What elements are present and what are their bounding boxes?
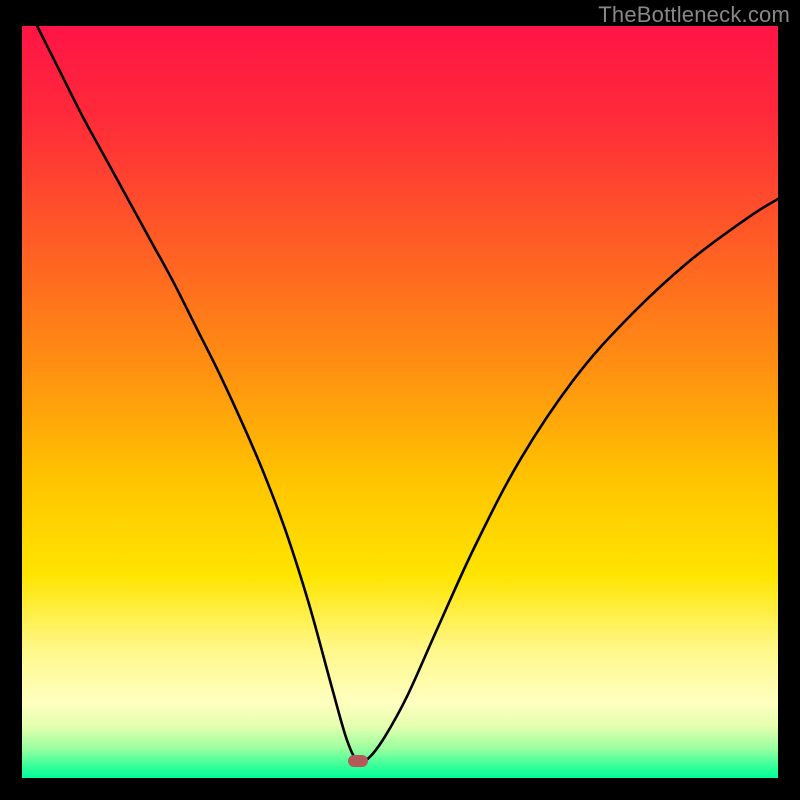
optimal-marker: [348, 755, 368, 767]
chart-container: TheBottleneck.com: [0, 0, 800, 800]
gradient-background: [22, 26, 778, 778]
plot-svg: [22, 26, 778, 778]
plot-area: [22, 26, 778, 778]
watermark-text: TheBottleneck.com: [598, 2, 790, 28]
